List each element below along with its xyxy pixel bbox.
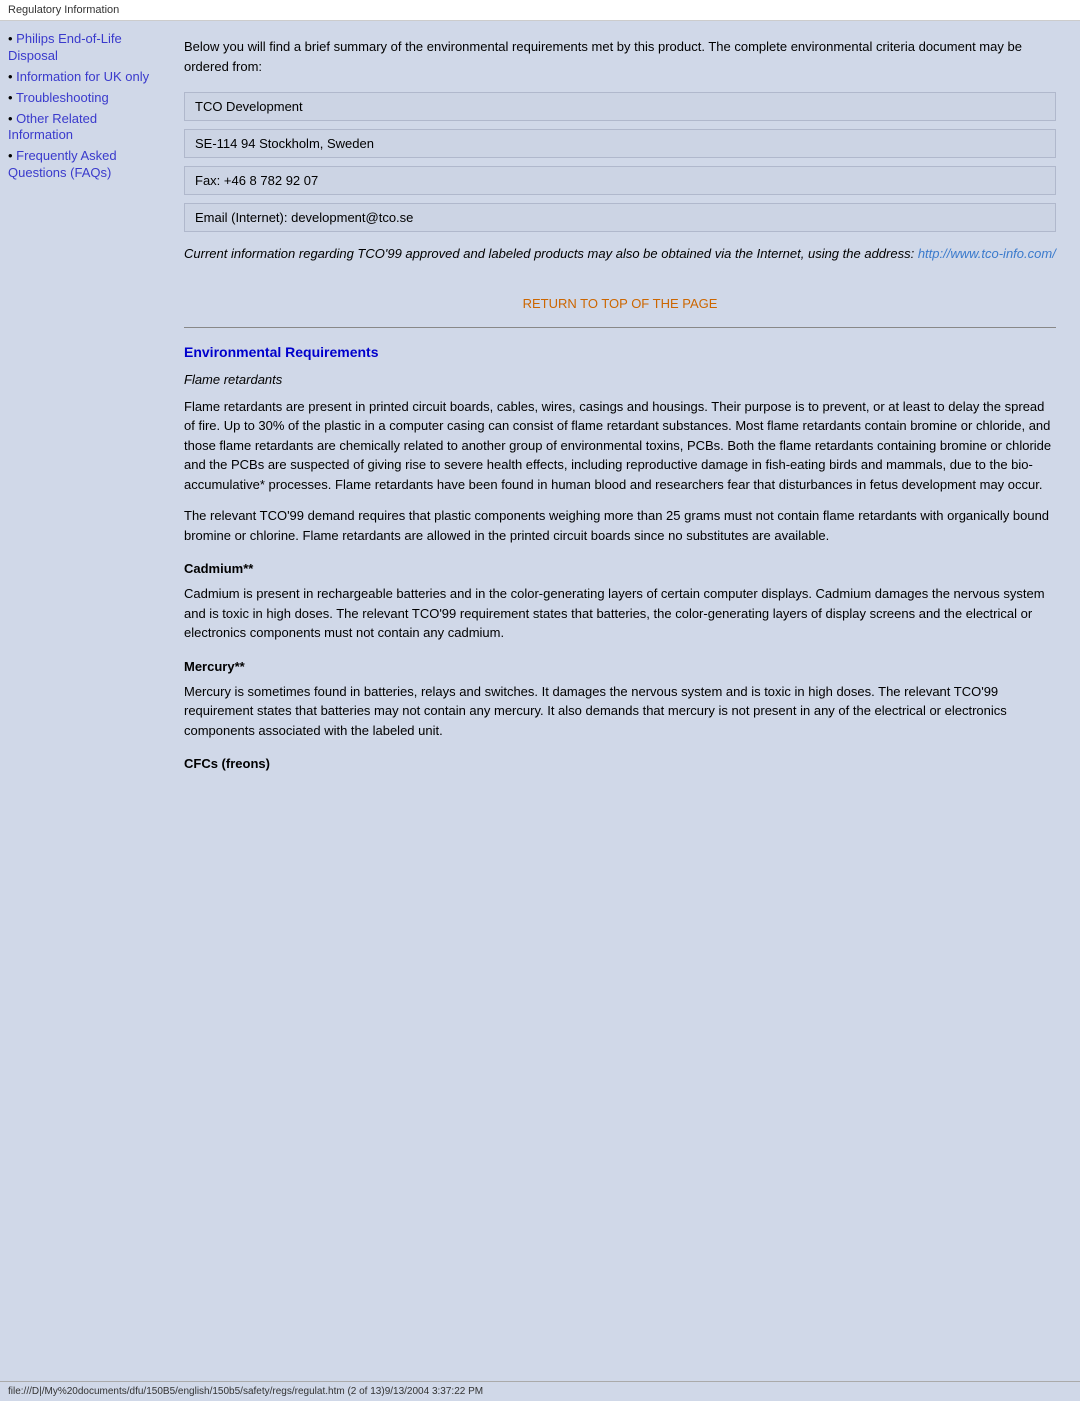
address-line-1: TCO Development bbox=[195, 99, 303, 114]
mercury-body: Mercury is sometimes found in batteries,… bbox=[184, 682, 1056, 741]
env-section-title: Environmental Requirements bbox=[184, 344, 1056, 360]
flame-body-1: Flame retardants are present in printed … bbox=[184, 397, 1056, 495]
address-line-3: Fax: +46 8 782 92 07 bbox=[195, 173, 318, 188]
address-fax: Fax: +46 8 782 92 07 bbox=[184, 166, 1056, 195]
environmental-section: Environmental Requirements Flame retarda… bbox=[184, 344, 1056, 772]
main-content: Below you will find a brief summary of t… bbox=[160, 21, 1080, 1381]
address-tco-development: TCO Development bbox=[184, 92, 1056, 121]
sidebar-link-philips[interactable]: Philips End-of-Life Disposal bbox=[8, 31, 122, 63]
top-bar-title: Regulatory Information bbox=[8, 4, 119, 16]
cadmium-body: Cadmium is present in rechargeable batte… bbox=[184, 584, 1056, 643]
sidebar-item-troubleshooting[interactable]: Troubleshooting bbox=[8, 90, 152, 107]
tco-info-link[interactable]: http://www.tco-info.com/ bbox=[918, 246, 1056, 261]
sidebar-item-philips[interactable]: Philips End-of-Life Disposal bbox=[8, 31, 152, 65]
address-line-4: Email (Internet): development@tco.se bbox=[195, 210, 413, 225]
sidebar-item-faqs[interactable]: Frequently Asked Questions (FAQs) bbox=[8, 148, 152, 182]
address-email: Email (Internet): development@tco.se bbox=[184, 203, 1056, 232]
sidebar-item-other[interactable]: Other Related Information bbox=[8, 111, 152, 145]
status-bar: file:///D|/My%20documents/dfu/150B5/engl… bbox=[0, 1381, 1080, 1401]
sidebar-item-uk[interactable]: Information for UK only bbox=[8, 69, 152, 86]
address-line-2: SE-114 94 Stockholm, Sweden bbox=[195, 136, 374, 151]
italic-notice: Current information regarding TCO'99 app… bbox=[184, 244, 1056, 264]
status-bar-text: file:///D|/My%20documents/dfu/150B5/engl… bbox=[8, 1386, 483, 1397]
mercury-heading: Mercury** bbox=[184, 659, 1056, 674]
top-bar: Regulatory Information bbox=[0, 0, 1080, 21]
intro-paragraph: Below you will find a brief summary of t… bbox=[184, 37, 1056, 76]
cfcs-heading: CFCs (freons) bbox=[184, 756, 1056, 771]
sidebar-link-faqs[interactable]: Frequently Asked Questions (FAQs) bbox=[8, 148, 117, 180]
sidebar-nav: Philips End-of-Life Disposal Information… bbox=[8, 31, 152, 182]
sidebar-link-other[interactable]: Other Related Information bbox=[8, 111, 97, 143]
return-to-top-container: RETURN TO TOP OF THE PAGE bbox=[184, 296, 1056, 311]
section-divider bbox=[184, 327, 1056, 328]
sidebar-link-uk[interactable]: Information for UK only bbox=[16, 69, 149, 84]
flame-heading: Flame retardants bbox=[184, 372, 1056, 387]
sidebar-link-troubleshooting[interactable]: Troubleshooting bbox=[16, 90, 109, 105]
return-to-top-link[interactable]: RETURN TO TOP OF THE PAGE bbox=[523, 296, 718, 311]
address-stockholm: SE-114 94 Stockholm, Sweden bbox=[184, 129, 1056, 158]
flame-body-2: The relevant TCO'99 demand requires that… bbox=[184, 506, 1056, 545]
italic-text: Current information regarding TCO'99 app… bbox=[184, 246, 918, 261]
sidebar: Philips End-of-Life Disposal Information… bbox=[0, 21, 160, 1381]
cadmium-heading: Cadmium** bbox=[184, 561, 1056, 576]
